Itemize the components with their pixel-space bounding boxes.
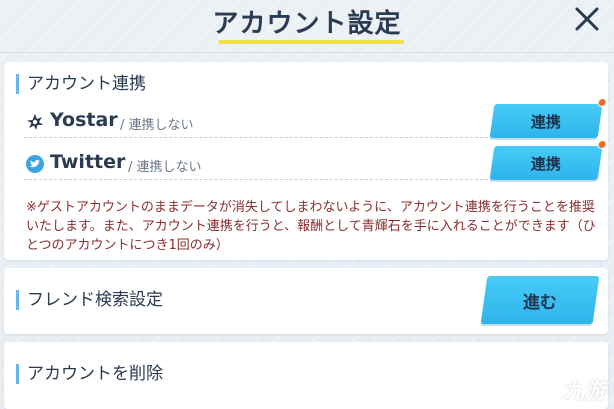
delete-account-card[interactable]: アカウントを削除 [4, 342, 608, 409]
watermark: 九游 [534, 373, 606, 405]
close-button[interactable] [570, 2, 604, 36]
notification-dot [596, 140, 608, 149]
delete-account-title: アカウントを削除 [16, 364, 163, 384]
yostar-link-button-label: 連携 [530, 112, 561, 131]
watermark-text: 九游 [561, 379, 606, 404]
notification-dot [596, 98, 608, 107]
yostar-icon [27, 114, 43, 130]
header-divider [0, 52, 614, 53]
twitter-status: / 連携しない [128, 160, 202, 175]
account-link-card: アカウント連携 Yostar / 連携しない 連携 Twitter / 連携しな… [4, 62, 608, 260]
yostar-link-button[interactable]: 連携 [489, 98, 608, 138]
close-icon [575, 7, 599, 31]
twitter-label: Twitter [50, 151, 126, 173]
yostar-label: Yostar [50, 109, 118, 131]
watermark-logo-icon [540, 374, 556, 404]
twitter-link-button-label: 連携 [530, 154, 561, 173]
proceed-button-label: 進む [523, 292, 557, 313]
twitter-link-button[interactable]: 連携 [489, 140, 608, 180]
twitter-bird-icon [26, 155, 44, 173]
proceed-button[interactable]: 進む [480, 276, 600, 324]
friend-search-title: フレンド検索設定 [16, 290, 163, 310]
yostar-status: / 連携しない [120, 118, 194, 133]
account-link-notice: ※ゲストアカウントのままデータが消失してしまわないように、アカウント連携を行うこ… [26, 200, 596, 253]
account-link-title: アカウント連携 [16, 74, 146, 94]
title-underline [218, 40, 404, 44]
page-title: アカウント設定 [212, 9, 402, 39]
header: アカウント設定 [0, 0, 614, 52]
yostar-row: Yostar / 連携しない [24, 104, 488, 138]
twitter-row: Twitter / 連携しない [24, 146, 488, 180]
friend-search-card: フレンド検索設定 進む [4, 268, 608, 334]
